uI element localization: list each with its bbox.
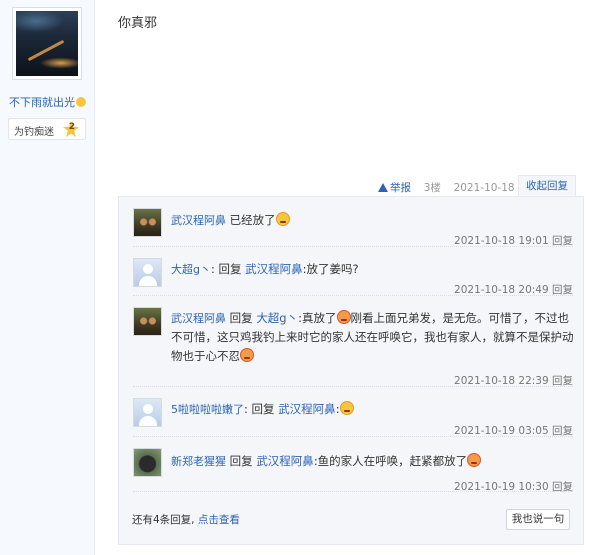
user-avatar[interactable]: [12, 7, 82, 80]
more-replies: 还有4条回复, 点击查看: [132, 512, 240, 527]
angry-emoji-icon: [336, 310, 351, 324]
add-reply-button[interactable]: 我也说一句: [506, 509, 570, 530]
reply-button[interactable]: 回复: [552, 375, 573, 387]
reply-time: 2021-10-18 20:49: [454, 284, 549, 296]
reply-body: 大超g丶: 回复 武汉程阿鼻:放了姜吗?: [171, 262, 359, 276]
warning-icon: [378, 183, 388, 192]
reply-author[interactable]: 新郑老猩猩: [171, 455, 226, 468]
view-more-link[interactable]: 点击查看: [198, 514, 240, 526]
reply-avatar[interactable]: [133, 398, 162, 427]
angry-emoji-icon: [339, 401, 354, 415]
reply-prefix: 回复: [218, 262, 242, 276]
reply-target[interactable]: 大超g丶: [256, 311, 298, 325]
reply-meta: 2021-10-18 20:49 回复: [454, 282, 573, 297]
reply-avatar[interactable]: [133, 208, 162, 237]
reply-time: 2021-10-19 03:05: [454, 425, 549, 437]
reply-avatar[interactable]: [133, 448, 162, 477]
reply-text: :真放了: [298, 311, 337, 325]
reply-item: 新郑老猩猩 回复 武汉程阿鼻:鱼的家人在呼唤，赶紧都放了 2021-10-19 …: [133, 437, 575, 494]
reply-prefix: 回复: [229, 311, 253, 325]
reply-text: :放了姜吗?: [302, 262, 359, 276]
reply-list: 武汉程阿鼻 已经放了 2021-10-18 19:01 回复 大超g丶: 回复 …: [118, 196, 584, 545]
reply-item: 5啦啦啦啦嫩了: 回复 武汉程阿鼻: 2021-10-19 03:05 回复: [133, 387, 573, 437]
collapse-replies-button[interactable]: 收起回复: [518, 175, 576, 197]
report-label[interactable]: 举报: [390, 182, 411, 194]
reply-body: 武汉程阿鼻 已经放了: [171, 211, 575, 230]
reply-meta: 2021-10-19 10:30 回复: [454, 479, 573, 494]
reply-target[interactable]: 武汉程阿鼻: [278, 402, 336, 416]
reply-time: 2021-10-18 19:01: [454, 235, 549, 247]
reply-meta: 2021-10-18 19:01 回复: [454, 233, 573, 248]
avatar-image: [16, 11, 78, 76]
reply-time: 2021-10-18 22:39: [454, 375, 549, 387]
reply-text: 已经放了: [229, 213, 276, 227]
reply-meta: 2021-10-18 22:39 回复: [454, 373, 573, 388]
report-link[interactable]: 举报: [378, 182, 411, 194]
reply-target[interactable]: 武汉程阿鼻: [245, 262, 303, 276]
reply-author[interactable]: 武汉程阿鼻: [171, 312, 226, 325]
level-number: 2: [68, 122, 75, 132]
reply-body: 武汉程阿鼻 回复 大超g丶:真放了 刚看上面兄弟发，是无危。可惜了，不过也不可惜，…: [171, 309, 575, 366]
more-replies-count: 还有4条回复,: [132, 514, 195, 526]
smile-emoji-icon: [275, 212, 290, 226]
user-name-row[interactable]: 不下雨就出光: [0, 94, 95, 110]
smile-icon: [76, 97, 86, 107]
reply-time: 2021-10-19 10:30: [454, 481, 549, 493]
reply-author[interactable]: 武汉程阿鼻: [171, 214, 226, 227]
angry-emoji-icon: [240, 348, 254, 362]
reply-button[interactable]: 回复: [552, 235, 573, 247]
reply-item: 大超g丶: 回复 武汉程阿鼻:放了姜吗? 2021-10-18 20:49 回复: [133, 247, 573, 296]
reply-avatar[interactable]: [133, 307, 162, 336]
reply-button[interactable]: 回复: [552, 481, 573, 493]
reply-author[interactable]: 5啦啦啦啦嫩了: [171, 403, 244, 416]
reply-text: :鱼的家人在呼唤，赶紧都放了: [313, 454, 468, 468]
reply-body: 5啦啦啦啦嫩了: 回复 武汉程阿鼻:: [171, 400, 575, 419]
level-badge-box[interactable]: 为钓痴迷 2: [8, 118, 86, 140]
post-content: 你真邪: [118, 16, 158, 31]
angry-emoji-icon: [467, 453, 482, 467]
reply-author[interactable]: 大超g丶: [171, 263, 211, 276]
reply-button[interactable]: 回复: [552, 425, 573, 437]
reply-button[interactable]: 回复: [552, 284, 573, 296]
reply-meta: 2021-10-19 03:05 回复: [454, 423, 573, 438]
reply-avatar[interactable]: [133, 258, 162, 287]
reply-item: 武汉程阿鼻 已经放了 2021-10-18 19:01 回复: [133, 197, 573, 247]
user-name[interactable]: 不下雨就出光: [9, 96, 75, 109]
level-label: 为钓痴迷: [14, 127, 54, 138]
reply-prefix: 回复: [229, 454, 253, 468]
floor-number: 3楼: [423, 182, 441, 194]
reply-body: 新郑老猩猩 回复 武汉程阿鼻:鱼的家人在呼唤，赶紧都放了: [171, 452, 575, 471]
reply-item: 武汉程阿鼻 回复 大超g丶:真放了 刚看上面兄弟发，是无危。可惜了，不过也不可惜，…: [133, 296, 575, 388]
reply-target[interactable]: 武汉程阿鼻: [256, 454, 314, 468]
reply-prefix: 回复: [251, 402, 275, 416]
user-panel: 不下雨就出光 为钓痴迷 2: [0, 0, 95, 555]
reply-text: :: [335, 402, 340, 416]
